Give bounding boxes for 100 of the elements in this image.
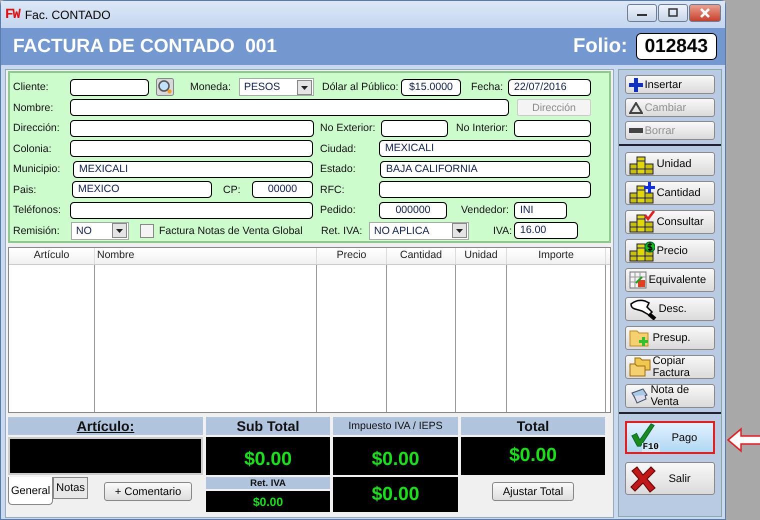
toolbar-button[interactable]: Consultar	[624, 210, 715, 234]
input-field[interactable]	[70, 99, 509, 116]
column-header[interactable]: Unidad	[456, 248, 507, 264]
field-label: Teléfonos:	[13, 204, 62, 216]
field-label: Ciudad:	[320, 142, 358, 155]
field-label: Colonia:	[13, 142, 53, 155]
hand-icon	[628, 298, 657, 320]
field-label: Dólar al Público:	[322, 81, 400, 94]
exit-button[interactable]: Salir	[624, 462, 715, 495]
input-field[interactable]	[514, 120, 591, 137]
tax-label: Impuesto IVA / IEPS	[333, 417, 458, 435]
input-field[interactable]: 16.00	[514, 222, 578, 240]
blocks-dollar-icon	[628, 240, 655, 262]
field-label: Municipio:	[13, 163, 62, 176]
column-header[interactable]: Nombre	[95, 248, 317, 264]
input-field[interactable]: 00000	[252, 181, 313, 198]
toolbar-button[interactable]: Copiar Factura	[624, 355, 715, 379]
input-field[interactable]: MEXICALI	[73, 160, 313, 178]
field-label: No Interior:	[456, 122, 509, 134]
tax-value: $0.00	[333, 437, 458, 475]
close-button[interactable]	[689, 4, 721, 22]
input-field[interactable]: 22/07/2016	[508, 78, 591, 96]
toolbar-button[interactable]: Precio	[624, 239, 715, 263]
ajustar-total-button[interactable]: Ajustar Total	[492, 482, 574, 501]
dropdown[interactable]: NO APLICA	[369, 222, 469, 240]
column-header[interactable]: Precio	[317, 248, 387, 264]
field-label: Pedido:	[320, 204, 357, 216]
field-label: Fecha:	[471, 81, 504, 94]
tax-value: $0.00	[333, 477, 458, 512]
field-label: Vendedor:	[461, 204, 510, 216]
app-logo: FW	[5, 6, 20, 22]
toolbar-button[interactable]: Insertar	[624, 75, 715, 94]
field-label: Cliente:	[13, 81, 50, 94]
total-value: $0.00	[461, 437, 605, 475]
field-label: RFC:	[320, 184, 346, 196]
field-label: Ret. IVA:	[321, 224, 364, 237]
folders-icon	[628, 357, 651, 377]
folio-label: Folio:	[573, 35, 628, 58]
input-field[interactable]	[70, 120, 314, 137]
tab[interactable]: Notas	[53, 477, 88, 499]
triangle-icon	[628, 102, 643, 114]
arrow-annotation	[727, 427, 760, 453]
printer-icon	[628, 386, 649, 406]
tab[interactable]: General	[8, 477, 54, 505]
input-field[interactable]: BAJA CALIFORNIA	[380, 160, 590, 178]
maximize-button[interactable]	[658, 4, 688, 22]
checkbox-label: Factura Notas de Venta Global	[159, 224, 303, 237]
input-field[interactable]	[70, 140, 313, 158]
field-label: Pais:	[13, 184, 38, 196]
toolbar-button[interactable]: Desc.	[624, 297, 715, 321]
blocks-check-icon	[628, 211, 655, 233]
ret-iva-value: $0.00	[206, 491, 330, 512]
column-header[interactable]: Importe	[507, 248, 606, 264]
toolbar-button[interactable]: Presup.	[624, 326, 715, 350]
pay-button[interactable]: F10 Pago	[624, 421, 715, 454]
x-mark-icon	[628, 464, 657, 492]
input-field[interactable]: $15.0000	[401, 78, 461, 96]
field-label: Estado:	[320, 163, 357, 176]
field-label: Moneda:	[190, 81, 232, 94]
subtotal-label: Sub Total	[206, 417, 330, 435]
checkbox[interactable]	[140, 224, 154, 238]
input-field[interactable]	[70, 78, 149, 96]
toolbar-button[interactable]: Unidad	[624, 152, 715, 176]
field-label: Remisión:	[13, 224, 61, 237]
close-icon	[699, 8, 711, 18]
input-field[interactable]: INI	[514, 202, 567, 219]
minimize-button[interactable]	[627, 4, 657, 22]
input-field[interactable]: MEXICO	[72, 181, 212, 198]
subtotal-value: $0.00	[206, 437, 330, 475]
dropdown[interactable]: PESOS	[239, 78, 314, 96]
input-field[interactable]	[381, 120, 448, 137]
search-icon[interactable]	[156, 78, 174, 96]
plus-icon	[628, 78, 643, 92]
maximize-icon	[667, 8, 679, 18]
input-field[interactable]	[379, 181, 591, 198]
dropdown[interactable]: NO	[71, 222, 129, 240]
folio-number: 012843	[636, 33, 717, 60]
field-label: No Exterior:	[320, 122, 376, 134]
folder-plus-icon	[628, 328, 651, 348]
field-label: IVA:	[493, 224, 514, 237]
toolbar-button[interactable]: Nota de Venta	[624, 384, 715, 408]
ret-iva-label: Ret. IVA	[206, 477, 330, 489]
blocks-plus-icon	[628, 182, 655, 204]
input-field[interactable]: MEXICALI	[379, 140, 591, 158]
minus-icon	[628, 128, 643, 134]
article-label: Artículo:	[8, 417, 203, 435]
field-label: CP:	[223, 184, 242, 196]
window-title: Fac. CONTADO	[24, 8, 111, 22]
toolbar-button[interactable]: Equivalente	[624, 268, 715, 292]
field-label: Nombre:	[13, 102, 54, 114]
field-label: Dirección:	[13, 122, 61, 134]
invoice-title: FACTURA DE CONTADO 001	[13, 36, 277, 58]
total-label: Total	[461, 417, 605, 435]
input-field[interactable]: 000000	[379, 202, 447, 219]
comentario-button[interactable]: + Comentario	[104, 482, 192, 501]
toolbar-button[interactable]: Cantidad	[624, 181, 715, 205]
grid-icon	[628, 271, 647, 289]
column-header[interactable]: Cantidad	[387, 248, 456, 264]
column-header[interactable]: Artículo	[9, 248, 95, 264]
input-field[interactable]	[70, 202, 313, 219]
